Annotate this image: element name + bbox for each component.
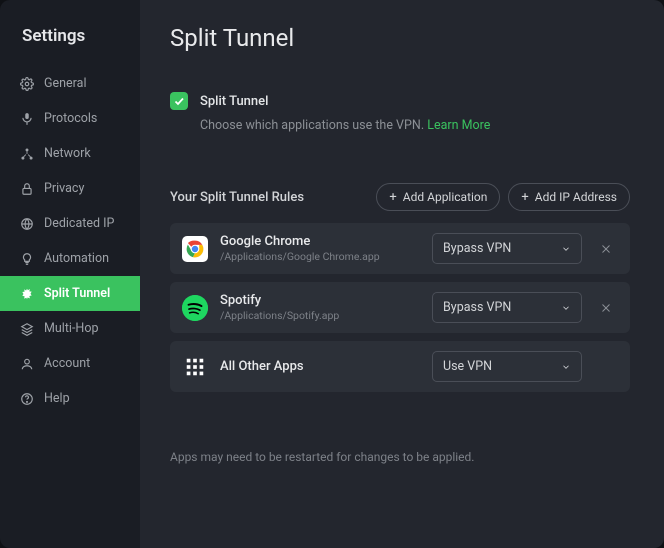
grid-icon	[182, 354, 208, 380]
sidebar-item-label: Network	[44, 146, 91, 161]
sidebar-item-split-tunnel[interactable]: Split Tunnel	[0, 276, 140, 311]
sidebar-item-general[interactable]: General	[0, 66, 140, 101]
learn-more-link[interactable]: Learn More	[427, 118, 490, 133]
rules-header: Your Split Tunnel Rules + Add Applicatio…	[170, 183, 630, 211]
sidebar-item-network[interactable]: Network	[0, 136, 140, 171]
sidebar-item-protocols[interactable]: Protocols	[0, 101, 140, 136]
app-name: Spotify	[220, 293, 420, 308]
remove-rule-button[interactable]	[594, 296, 618, 320]
lock-icon	[20, 182, 34, 196]
mode-select[interactable]: Bypass VPN	[432, 233, 582, 264]
rules-title: Your Split Tunnel Rules	[170, 190, 304, 205]
globe-icon	[20, 217, 34, 231]
enable-row: Split Tunnel	[170, 92, 630, 110]
check-icon	[173, 95, 185, 107]
chevron-down-icon	[561, 303, 571, 313]
sidebar-item-dedicated-ip[interactable]: Dedicated IP	[0, 206, 140, 241]
enable-description: Choose which applications use the VPN. L…	[200, 118, 630, 133]
sidebar: Settings General Protocols Network Priva…	[0, 0, 140, 548]
app-info: All Other Apps	[220, 359, 420, 374]
rules-actions: + Add Application + Add IP Address	[376, 183, 630, 211]
sidebar-item-label: Split Tunnel	[44, 286, 110, 301]
gear-icon	[20, 77, 34, 91]
sidebar-item-label: Multi-Hop	[44, 321, 99, 336]
split-icon	[20, 287, 34, 301]
app-path: /Applications/Google Chrome.app	[220, 250, 420, 263]
app-path: /Applications/Spotify.app	[220, 309, 420, 322]
enable-desc-text: Choose which applications use the VPN.	[200, 118, 427, 133]
sidebar-item-automation[interactable]: Automation	[0, 241, 140, 276]
plus-icon: +	[521, 191, 528, 204]
app-info: Spotify /Applications/Spotify.app	[220, 293, 420, 322]
help-icon	[20, 392, 34, 406]
sidebar-item-label: Help	[44, 391, 70, 406]
user-icon	[20, 357, 34, 371]
sidebar-item-account[interactable]: Account	[0, 346, 140, 381]
sidebar-item-label: General	[44, 76, 87, 91]
add-ip-button[interactable]: + Add IP Address	[508, 183, 630, 211]
protocol-icon	[20, 112, 34, 126]
add-application-button[interactable]: + Add Application	[376, 183, 500, 211]
close-icon	[600, 243, 612, 255]
select-value: Bypass VPN	[443, 241, 511, 256]
enable-checkbox[interactable]	[170, 92, 188, 110]
sidebar-item-help[interactable]: Help	[0, 381, 140, 416]
chrome-icon	[182, 236, 208, 262]
close-icon	[600, 302, 612, 314]
rule-row: Google Chrome /Applications/Google Chrom…	[170, 223, 630, 274]
network-icon	[20, 147, 34, 161]
mode-select[interactable]: Use VPN	[432, 351, 582, 382]
chevron-down-icon	[561, 362, 571, 372]
bulb-icon	[20, 252, 34, 266]
remove-rule-button[interactable]	[594, 237, 618, 261]
app-name: All Other Apps	[220, 359, 420, 374]
sidebar-item-label: Protocols	[44, 111, 97, 126]
button-label: Add IP Address	[535, 190, 617, 204]
sidebar-item-privacy[interactable]: Privacy	[0, 171, 140, 206]
rule-row: All Other Apps Use VPN	[170, 341, 630, 392]
chevron-down-icon	[561, 244, 571, 254]
nav-list: General Protocols Network Privacy Dedica…	[0, 66, 140, 416]
page-title: Split Tunnel	[170, 24, 630, 52]
mode-select[interactable]: Bypass VPN	[432, 292, 582, 323]
spotify-icon	[182, 295, 208, 321]
select-value: Use VPN	[443, 359, 492, 374]
layers-icon	[20, 322, 34, 336]
button-label: Add Application	[403, 190, 488, 204]
main-panel: Split Tunnel Split Tunnel Choose which a…	[140, 0, 664, 548]
sidebar-item-label: Dedicated IP	[44, 216, 114, 231]
rule-row: Spotify /Applications/Spotify.app Bypass…	[170, 282, 630, 333]
footer-note: Apps may need to be restarted for change…	[170, 450, 630, 464]
sidebar-item-multihop[interactable]: Multi-Hop	[0, 311, 140, 346]
sidebar-title: Settings	[0, 18, 140, 66]
plus-icon: +	[389, 191, 396, 204]
sidebar-item-label: Account	[44, 356, 90, 371]
app-info: Google Chrome /Applications/Google Chrom…	[220, 234, 420, 263]
app-name: Google Chrome	[220, 234, 420, 249]
enable-label: Split Tunnel	[200, 94, 268, 109]
sidebar-item-label: Privacy	[44, 181, 84, 196]
sidebar-item-label: Automation	[44, 251, 109, 266]
select-value: Bypass VPN	[443, 300, 511, 315]
